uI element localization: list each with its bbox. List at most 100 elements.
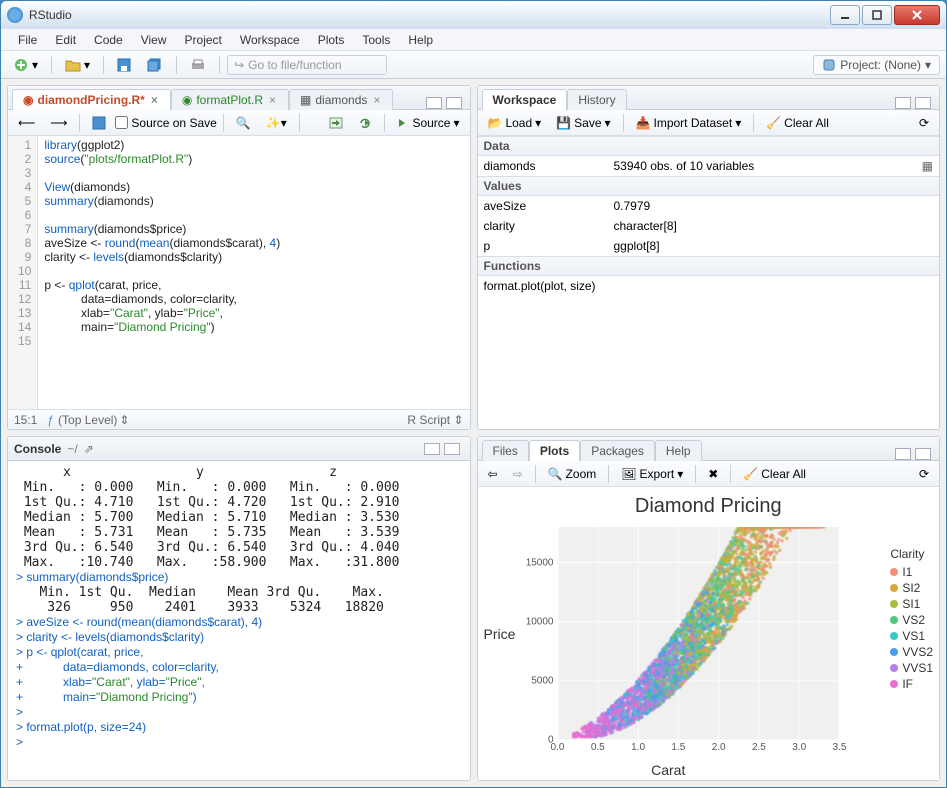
ws-row[interactable]: claritycharacter[8] xyxy=(478,216,940,236)
menu-workspace[interactable]: Workspace xyxy=(231,33,309,47)
plot-canvas: Diamond Pricing Price 0500010000150000.0… xyxy=(478,487,940,780)
x-axis-label: Carat xyxy=(478,762,860,778)
legend-item: VVS1 xyxy=(890,661,933,675)
plot-next-button[interactable]: ⇨ xyxy=(507,464,529,484)
editor-body[interactable]: 123456789101112131415 library(ggplot2)so… xyxy=(8,136,470,409)
tab-files[interactable]: Files xyxy=(482,440,529,461)
pane-minimize-button[interactable] xyxy=(895,97,911,109)
app-icon xyxy=(7,7,23,23)
print-button[interactable] xyxy=(184,55,212,75)
titlebar[interactable]: RStudio xyxy=(1,1,946,29)
tab-history[interactable]: History xyxy=(567,89,626,110)
source-button[interactable]: Source ▾ xyxy=(391,113,465,133)
save-ws-button[interactable]: 💾 Save▾ xyxy=(550,113,616,133)
grid-icon[interactable]: ▦ xyxy=(922,159,933,173)
close-button[interactable] xyxy=(894,5,940,25)
chart-title: Diamond Pricing xyxy=(478,495,940,518)
rerun-button[interactable] xyxy=(352,114,378,132)
remove-plot-button[interactable]: ✖ xyxy=(702,464,724,484)
console-title: Console xyxy=(14,442,61,456)
menu-view[interactable]: View xyxy=(132,33,176,47)
menu-project[interactable]: Project xyxy=(176,33,231,47)
console-header: Console ~/ ⇗ xyxy=(8,437,470,461)
pane-minimize-button[interactable] xyxy=(895,448,911,460)
legend-item: IF xyxy=(890,677,933,691)
legend-item: VVS2 xyxy=(890,645,933,659)
find-button[interactable]: 🔍 xyxy=(230,113,257,133)
clear-all-button[interactable]: 🧹 Clear All xyxy=(760,113,835,133)
save-file-button[interactable] xyxy=(86,113,112,133)
legend-item: I1 xyxy=(890,565,933,579)
goto-file-input[interactable]: ↪ Go to file/function xyxy=(227,55,387,75)
table-icon: ▦ xyxy=(300,93,311,107)
pane-maximize-button[interactable] xyxy=(915,97,931,109)
pane-maximize-button[interactable] xyxy=(915,448,931,460)
export-button[interactable]: 🖼 Export▾ xyxy=(615,464,689,484)
wand-button[interactable]: ✨▾ xyxy=(260,113,293,133)
tab-formatplot[interactable]: ◉ formatPlot.R × xyxy=(171,89,289,110)
menu-code[interactable]: Code xyxy=(85,33,132,47)
scope-indicator[interactable]: (Top Level) xyxy=(58,413,117,427)
ws-row[interactable]: aveSize0.7979 xyxy=(478,196,940,216)
legend-item: SI1 xyxy=(890,597,933,611)
ws-row[interactable]: pggplot[8] xyxy=(478,236,940,256)
goto-icon: ↪ xyxy=(234,58,244,72)
console-body[interactable]: x y z Min. : 0.000 Min. : 0.000 Min. : 0… xyxy=(8,461,470,780)
run-button[interactable] xyxy=(323,114,349,132)
tab-help[interactable]: Help xyxy=(655,440,702,461)
legend-title: Clarity xyxy=(890,547,933,561)
legend-item: VS1 xyxy=(890,629,933,643)
editor-tabstrip: ◉ diamondPricing.R* × ◉ formatPlot.R × ▦… xyxy=(8,86,470,110)
console-path-icon[interactable]: ⇗ xyxy=(84,442,94,456)
menu-file[interactable]: File xyxy=(9,33,46,47)
console-pane: Console ~/ ⇗ x y z Min. : 0.000 Min. : 0… xyxy=(7,436,471,781)
workspace-body: Datadiamonds53940 obs. of 10 variables▦V… xyxy=(478,136,940,429)
source-on-save-checkbox[interactable]: Source on Save xyxy=(115,116,216,130)
source-pane: ◉ diamondPricing.R* × ◉ formatPlot.R × ▦… xyxy=(7,85,471,430)
zoom-button[interactable]: 🔍 Zoom xyxy=(542,464,603,484)
open-file-button[interactable]: ▾ xyxy=(59,55,96,75)
pane-minimize-button[interactable] xyxy=(426,97,442,109)
tab-plots[interactable]: Plots xyxy=(529,440,580,461)
project-selector[interactable]: Project: (None) ▾ xyxy=(813,55,940,75)
plots-toolbar: ⇦ ⇨ 🔍 Zoom 🖼 Export▾ ✖ 🧹 Clear All ⟳ xyxy=(478,461,940,487)
clear-plots-button[interactable]: 🧹 Clear All xyxy=(737,464,812,484)
pane-minimize-button[interactable] xyxy=(424,443,440,455)
import-button[interactable]: 📥 Import Dataset▾ xyxy=(630,113,748,133)
tab-packages[interactable]: Packages xyxy=(580,440,655,461)
maximize-button[interactable] xyxy=(862,5,892,25)
back-button[interactable]: ⟵ xyxy=(12,113,41,133)
console-cwd: ~/ xyxy=(67,442,77,456)
tab-workspace[interactable]: Workspace xyxy=(482,89,568,110)
cursor-pos: 15:1 xyxy=(14,413,37,427)
menu-edit[interactable]: Edit xyxy=(46,33,85,47)
forward-button[interactable]: ⟶ xyxy=(44,113,73,133)
plot-prev-button[interactable]: ⇦ xyxy=(482,464,504,484)
menu-help[interactable]: Help xyxy=(399,33,442,47)
ws-row[interactable]: format.plot(plot, size) xyxy=(478,276,940,296)
save-button[interactable] xyxy=(111,55,137,75)
menu-tools[interactable]: Tools xyxy=(353,33,399,47)
main-toolbar: ▾ ▾ ↪ Go to file/function Project: (None… xyxy=(1,51,946,79)
workspace-tabstrip: Workspace History xyxy=(478,86,940,110)
tab-diamondpricing[interactable]: ◉ diamondPricing.R* × xyxy=(12,89,171,110)
line-gutter: 123456789101112131415 xyxy=(8,136,38,409)
tab-diamonds[interactable]: ▦ diamonds × xyxy=(289,89,393,110)
file-type-indicator[interactable]: R Script ⇕ xyxy=(407,413,463,427)
menu-plots[interactable]: Plots xyxy=(309,33,354,47)
editor-toolbar: ⟵ ⟶ Source on Save 🔍 ✨▾ xyxy=(8,110,470,136)
code-area[interactable]: library(ggplot2)source("plots/formatPlot… xyxy=(38,136,469,409)
ws-row[interactable]: diamonds53940 obs. of 10 variables▦ xyxy=(478,156,940,176)
close-icon[interactable]: × xyxy=(267,93,278,107)
save-all-button[interactable] xyxy=(141,55,169,75)
r-file-icon: ◉ xyxy=(182,93,192,107)
load-button[interactable]: 📂 Load▾ xyxy=(482,113,548,133)
refresh-plots-button[interactable]: ⟳ xyxy=(913,464,935,484)
close-icon[interactable]: × xyxy=(149,93,160,107)
pane-maximize-button[interactable] xyxy=(444,443,460,455)
new-file-button[interactable]: ▾ xyxy=(7,54,44,76)
refresh-button[interactable]: ⟳ xyxy=(913,113,935,133)
minimize-button[interactable] xyxy=(830,5,860,25)
pane-maximize-button[interactable] xyxy=(446,97,462,109)
close-icon[interactable]: × xyxy=(371,93,382,107)
